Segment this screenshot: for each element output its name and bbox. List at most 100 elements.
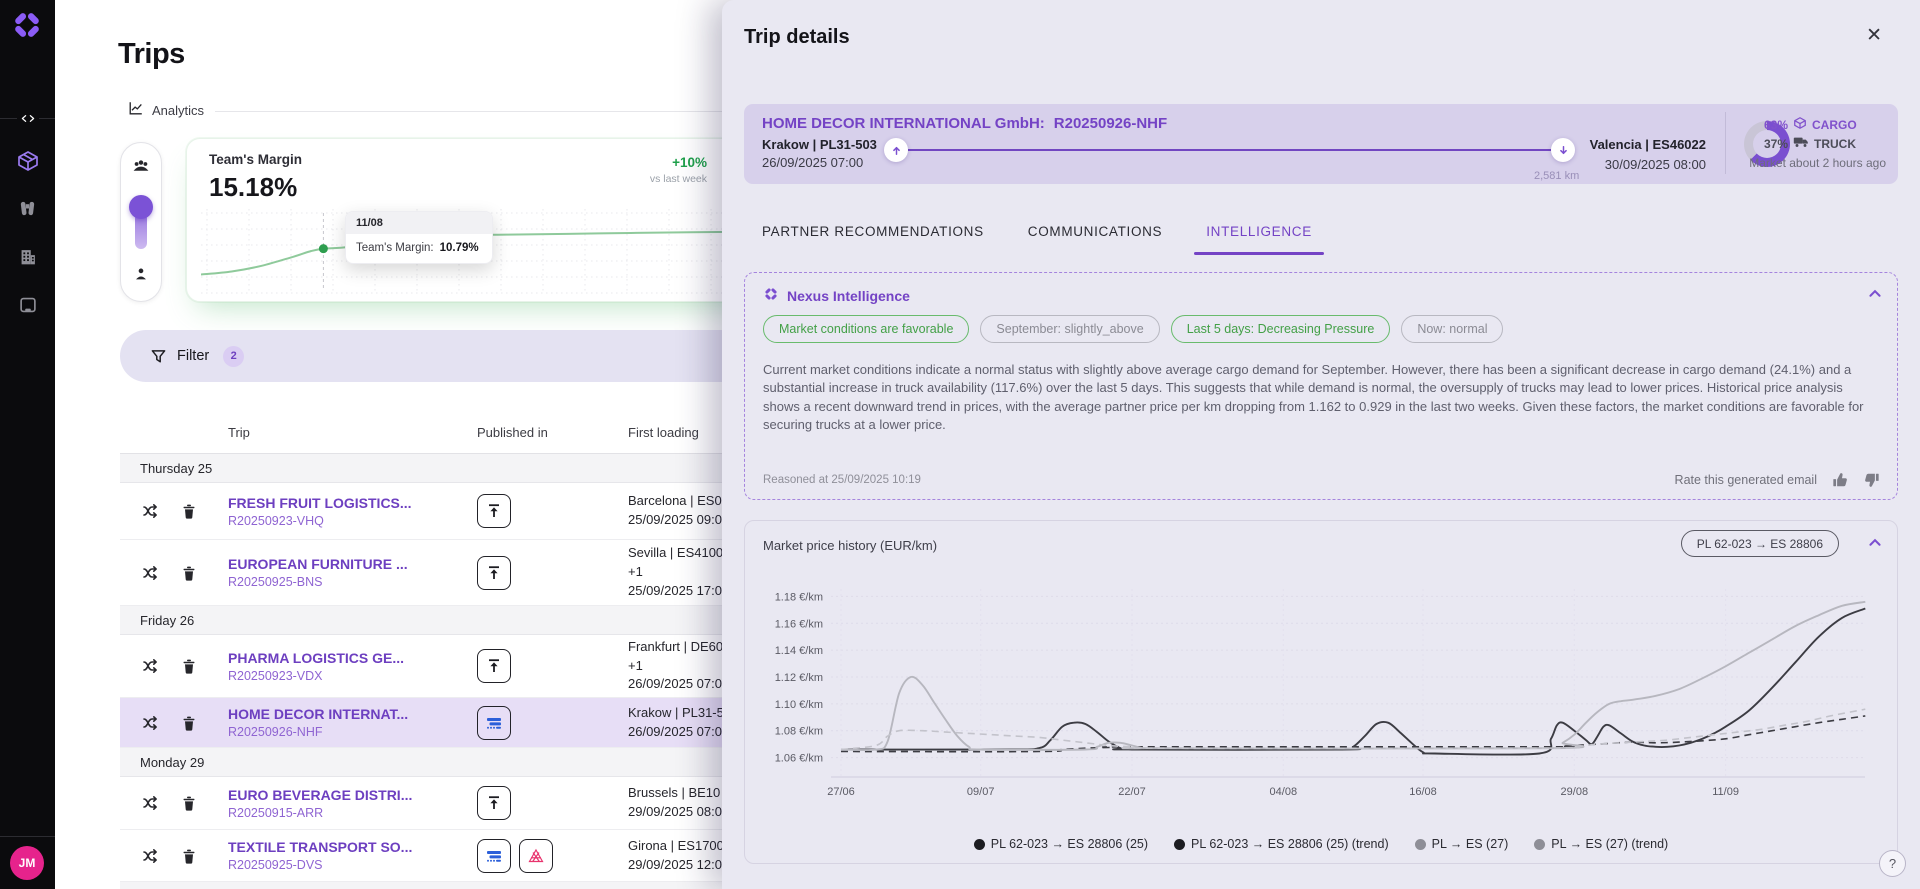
intelligence-chip[interactable]: Now: normal: [1401, 315, 1504, 343]
published-upload-button[interactable]: [477, 786, 511, 820]
svg-text:1.18 €/km: 1.18 €/km: [775, 591, 823, 603]
trip-company-link[interactable]: PHARMA LOGISTICS GE...: [228, 650, 477, 666]
tooltip-value: 10.79%: [439, 242, 479, 254]
team-icon[interactable]: [131, 156, 151, 181]
route-distance: 2,581 km: [1534, 170, 1580, 182]
legend-item[interactable]: PL 62-023 → ES 28806 (25) (trend): [1174, 837, 1389, 851]
nexus-intelligence-panel: Nexus Intelligence Market conditions are…: [744, 272, 1898, 500]
published-upload-button[interactable]: [477, 494, 511, 528]
filter-count-badge: 2: [223, 345, 245, 367]
truck-percentage: 37%: [1763, 136, 1788, 151]
delete-trip-icon[interactable]: [180, 502, 198, 520]
reassign-route-icon[interactable]: [142, 847, 160, 865]
package-icon[interactable]: [15, 148, 40, 173]
intelligence-chip[interactable]: Market conditions are favorable: [763, 315, 970, 343]
reassign-route-icon[interactable]: [142, 714, 160, 732]
trip-company-link[interactable]: FRESH FRUIT LOGISTICS...: [228, 495, 477, 511]
analytics-toggle[interactable]: Analytics: [128, 100, 204, 121]
tab-partner-recommendations[interactable]: PARTNER RECOMMENDATIONS: [762, 224, 984, 243]
published-upload-button[interactable]: [477, 555, 511, 590]
svg-text:1.10 €/km: 1.10 €/km: [775, 699, 823, 711]
tab-communications[interactable]: COMMUNICATIONS: [1028, 224, 1162, 243]
user-avatar[interactable]: JM: [10, 846, 44, 880]
trip-company-link[interactable]: HOME DECOR INTERNAT...: [228, 706, 477, 722]
origin-arrow-icon: [884, 138, 908, 162]
app: JM Trips Analytics Team's Margin 15.18% …: [0, 0, 1920, 889]
route-card-divider: [1725, 112, 1726, 174]
chevron-up-icon[interactable]: [1867, 286, 1883, 302]
trip-company-link[interactable]: EURO BEVERAGE DISTRI...: [228, 787, 477, 803]
close-icon[interactable]: ✕: [1866, 26, 1882, 45]
chevrons-collapse-icon[interactable]: [17, 111, 39, 125]
column-header-first-loading[interactable]: First loading: [628, 425, 699, 440]
svg-text:09/07: 09/07: [967, 786, 995, 798]
delete-trip-icon[interactable]: [180, 564, 198, 582]
market-price-history-panel: Market price history (EUR/km) PL 62-023 …: [744, 520, 1898, 864]
column-header-trip[interactable]: Trip: [228, 425, 477, 440]
switch-knob[interactable]: [129, 195, 153, 251]
reassign-route-icon[interactable]: [142, 502, 160, 520]
trip-id-link[interactable]: R20250923-VDX: [228, 669, 477, 683]
margin-delta-caption: vs last week: [649, 173, 707, 185]
legend-item[interactable]: PL → ES (27): [1414, 837, 1508, 851]
help-button[interactable]: ?: [1879, 850, 1906, 877]
chevron-up-icon[interactable]: [1867, 535, 1883, 551]
nexus-logo-icon[interactable]: [10, 8, 44, 42]
svg-text:04/08: 04/08: [1270, 786, 1298, 798]
svg-text:1.06 €/km: 1.06 €/km: [775, 753, 823, 765]
tab-intelligence[interactable]: INTELLIGENCE: [1194, 224, 1324, 255]
published-trans-button[interactable]: [477, 705, 511, 740]
truck-label: TRUCK: [1814, 136, 1856, 151]
sidebar-bottom-divider: [0, 836, 55, 837]
trip-company-link[interactable]: TEXTILE TRANSPORT SO...: [228, 839, 477, 855]
svg-text:16/08: 16/08: [1409, 786, 1437, 798]
origin-city: Krakow | PL31-503: [762, 137, 877, 152]
margin-chart-tooltip: 11/08 Team's Margin: 10.79%: [345, 211, 493, 264]
legend-item[interactable]: PL 62-023 → ES 28806 (25): [973, 837, 1148, 851]
drawer-title: Trip details: [744, 26, 850, 48]
delete-trip-icon[interactable]: [180, 847, 198, 865]
route-company-link[interactable]: HOME DECOR INTERNATIONAL GmbH:: [762, 115, 1045, 132]
svg-text:29/08: 29/08: [1561, 786, 1589, 798]
published-alpega-button[interactable]: [519, 838, 553, 873]
company-building-icon[interactable]: [15, 244, 40, 269]
device-tablet-icon[interactable]: [15, 292, 40, 317]
svg-text:11/09: 11/09: [1712, 786, 1739, 798]
person-icon[interactable]: [132, 265, 150, 288]
trip-id-link[interactable]: R20250925-BNS: [228, 575, 477, 589]
truck-icon: [1793, 136, 1809, 151]
route-reference[interactable]: R20250926-NHF: [1054, 115, 1167, 132]
trip-id-link[interactable]: R20250923-VHQ: [228, 514, 477, 528]
margin-card-value: 15.18%: [209, 172, 298, 202]
intelligence-chip[interactable]: Last 5 days: Decreasing Pressure: [1170, 315, 1391, 343]
delete-trip-icon[interactable]: [180, 714, 198, 732]
binoculars-icon[interactable]: [15, 196, 40, 221]
trip-company-link[interactable]: EUROPEAN FURNITURE ...: [228, 556, 477, 572]
cargo-cube-icon: [1793, 116, 1807, 133]
svg-text:27/06: 27/06: [827, 786, 855, 798]
delete-trip-icon[interactable]: [180, 794, 198, 812]
thumbs-down-icon[interactable]: [1863, 471, 1881, 489]
trip-id-link[interactable]: R20250926-NHF: [228, 725, 477, 739]
analytics-label: Analytics: [152, 103, 205, 118]
intelligence-chip[interactable]: September: slightly_above: [980, 315, 1160, 343]
published-upload-button[interactable]: [477, 649, 511, 683]
line-chart-icon: [128, 100, 144, 121]
column-header-published[interactable]: Published in: [477, 425, 628, 440]
team-individual-switch[interactable]: [120, 142, 162, 302]
thumbs-up-icon[interactable]: [1831, 471, 1849, 489]
reasoned-timestamp: Reasoned at 25/09/2025 10:19: [763, 474, 921, 486]
nexus-logo-small-icon: [763, 286, 779, 305]
reassign-route-icon[interactable]: [142, 657, 160, 675]
svg-text:1.14 €/km: 1.14 €/km: [775, 645, 823, 657]
origin-date: 26/09/2025 07:00: [762, 155, 864, 170]
trip-id-link[interactable]: R20250915-ARR: [228, 806, 477, 820]
legend-item[interactable]: PL → ES (27) (trend): [1534, 837, 1668, 851]
route-summary-card: HOME DECOR INTERNATIONAL GmbH: R20250926…: [744, 104, 1898, 184]
trip-id-link[interactable]: R20250925-DVS: [228, 858, 477, 872]
route-filter-chip[interactable]: PL 62-023 → ES 28806: [1680, 530, 1839, 557]
published-trans-button[interactable]: [477, 838, 511, 873]
reassign-route-icon[interactable]: [142, 794, 160, 812]
delete-trip-icon[interactable]: [180, 657, 198, 675]
reassign-route-icon[interactable]: [142, 564, 160, 582]
